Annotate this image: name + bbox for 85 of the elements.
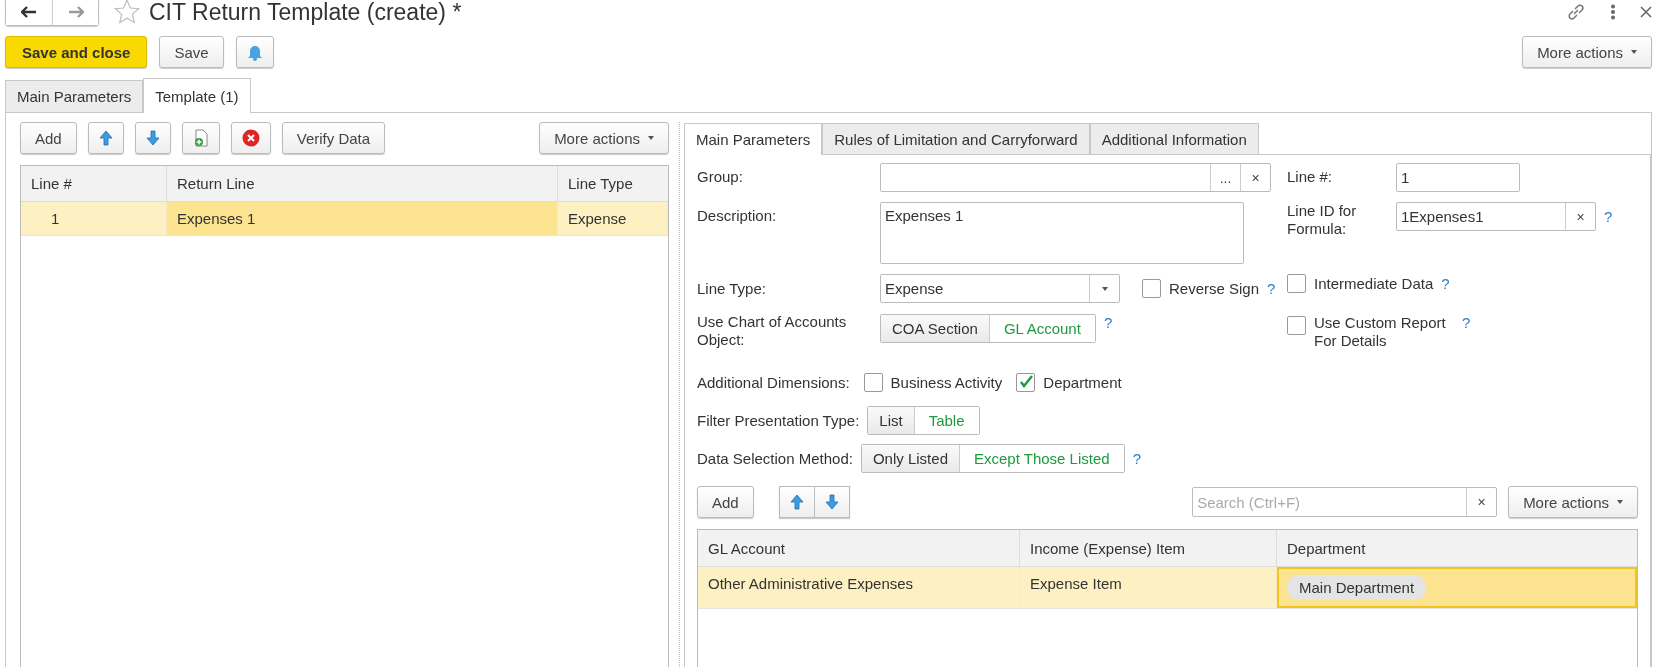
search-field[interactable]: Search (Ctrl+F) × <box>1192 487 1498 517</box>
back-button[interactable] <box>6 0 52 25</box>
more-actions-button[interactable]: More actions <box>1522 36 1652 68</box>
help-mark[interactable]: ? <box>1103 314 1113 331</box>
column-header[interactable]: Income (Expense) Item <box>1020 530 1277 566</box>
help-mark[interactable]: ? <box>1462 314 1471 331</box>
clear-button[interactable]: × <box>1466 488 1497 516</box>
checkbox-label[interactable]: Reverse Sign <box>1169 280 1260 297</box>
help-mark[interactable]: ? <box>1132 449 1141 467</box>
table-cell: Other Administrative Expenses <box>698 567 1020 608</box>
column-header[interactable]: Line Type <box>558 166 668 201</box>
bell-icon <box>246 43 263 61</box>
field-label: Line ID for Formula: <box>1287 202 1358 238</box>
line-id-field[interactable]: 1Expenses1 × <box>1396 202 1596 231</box>
checkbox[interactable] <box>863 372 883 392</box>
line-number-field[interactable]: 1 <box>1396 163 1520 192</box>
table-cell: Expense <box>558 202 668 235</box>
field-label: Group: <box>697 167 744 185</box>
tab[interactable]: Template (1) <box>143 78 251 113</box>
segment-option[interactable]: List <box>868 406 915 434</box>
delete-icon <box>241 129 260 147</box>
checkbox[interactable] <box>1142 279 1161 298</box>
star-icon[interactable] <box>113 0 141 26</box>
move-down-button[interactable] <box>814 486 850 518</box>
column-header[interactable]: GL Account <box>698 530 1020 566</box>
field-label: Line Type: <box>697 279 767 297</box>
clear-button[interactable]: × <box>1240 164 1270 191</box>
field-label: Use Chart of Accounts Object: <box>697 313 847 349</box>
checkbox[interactable] <box>1016 372 1036 392</box>
table-row[interactable]: 1 Expenses 1 Expense <box>21 202 668 236</box>
tab[interactable]: Main Parameters <box>684 123 823 155</box>
clear-button[interactable]: × <box>1565 203 1595 230</box>
save-and-close-button[interactable]: Save and close <box>5 36 148 68</box>
copy-button[interactable] <box>181 122 220 154</box>
segment-option[interactable]: COA Section <box>881 315 990 342</box>
more-actions-button[interactable]: More actions <box>539 122 669 154</box>
help-mark[interactable]: ? <box>1267 280 1276 297</box>
column-header[interactable]: Line # <box>21 166 167 201</box>
column-header[interactable]: Department <box>1277 530 1637 566</box>
help-mark[interactable]: ? <box>1604 208 1613 225</box>
field-label: Additional Dimensions: <box>697 373 850 391</box>
move-up-button[interactable] <box>87 122 124 154</box>
table-row[interactable]: Other Administrative Expenses Expense Item Main Department <box>698 567 1637 609</box>
up-arrow-icon <box>98 130 113 146</box>
close-icon[interactable] <box>1640 6 1652 18</box>
document-plus-icon <box>192 129 209 147</box>
verify-data-button[interactable]: Verify Data <box>281 122 386 154</box>
down-arrow-icon <box>145 130 160 146</box>
checkbox[interactable] <box>1287 316 1306 335</box>
bell-button[interactable] <box>235 36 274 68</box>
table-cell: Expenses 1 <box>167 202 558 235</box>
line-type-dropdown[interactable]: Expense <box>880 274 1120 303</box>
save-button[interactable]: Save <box>159 36 224 68</box>
back-arrow-icon <box>21 6 37 18</box>
move-down-button[interactable] <box>134 122 171 154</box>
tab[interactable]: Additional Information <box>1089 123 1259 154</box>
field-label: Line #: <box>1287 167 1334 185</box>
link-icon[interactable] <box>1566 2 1586 22</box>
field-label: Data Selection Method: <box>697 449 853 467</box>
down-arrow-icon <box>824 494 839 510</box>
column-header[interactable]: Return Line <box>167 166 558 201</box>
forward-arrow-icon <box>67 6 84 18</box>
checkbox-label[interactable]: Use Custom Report For Details <box>1314 314 1454 350</box>
checkbox-label[interactable]: Business Activity <box>890 373 1003 391</box>
checkbox-label[interactable]: Intermediate Data <box>1314 275 1434 292</box>
choice-button[interactable]: ... <box>1210 164 1240 191</box>
tab[interactable]: Rules of Limitation and Carryforward <box>822 123 1090 154</box>
window-title: CIT Return Template (create) * <box>149 0 462 26</box>
field-label: Description: <box>697 206 778 224</box>
segment-option[interactable]: Only Listed <box>861 444 960 472</box>
checkbox[interactable] <box>1287 274 1306 293</box>
field-label: Filter Presentation Type: <box>697 411 860 429</box>
group-field[interactable]: ... × <box>880 163 1271 192</box>
department-tag[interactable]: Main Department <box>1287 575 1427 600</box>
more-actions-button[interactable]: More actions <box>1508 486 1638 518</box>
checkbox-label[interactable]: Department <box>1043 373 1122 391</box>
delete-button[interactable] <box>230 122 271 154</box>
add-button[interactable]: Add <box>697 486 754 518</box>
description-field[interactable]: Expenses 1 <box>880 202 1244 264</box>
more-vertical-icon[interactable] <box>1610 4 1616 20</box>
up-arrow-icon <box>789 494 804 510</box>
help-mark[interactable]: ? <box>1441 275 1450 292</box>
tab[interactable]: Main Parameters <box>5 80 144 112</box>
add-button[interactable]: Add <box>20 122 77 154</box>
move-up-button[interactable] <box>778 486 815 518</box>
